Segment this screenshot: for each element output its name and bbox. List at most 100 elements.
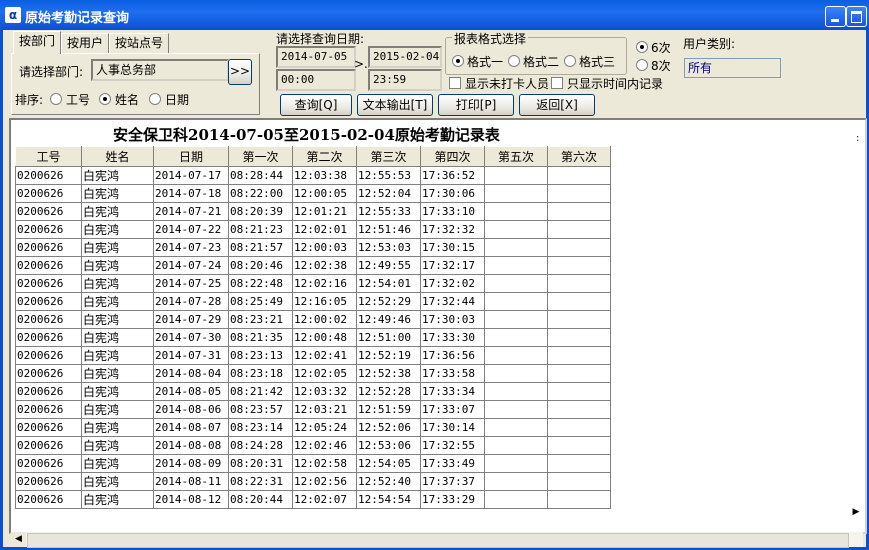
column-header[interactable]: 第四次 xyxy=(420,146,485,167)
department-picker-button[interactable]: >> xyxy=(228,59,252,85)
show-absent-checkbox[interactable] xyxy=(449,77,461,89)
table-cell: 2014-07-17 xyxy=(153,166,229,185)
tab-by-department[interactable]: 按部门 xyxy=(13,31,61,54)
table-cell: 12:02:38 xyxy=(292,256,357,275)
table-cell: 12:00:02 xyxy=(292,310,357,329)
report-title: 安全保卫科2014-07-05至2015-02-04原始考勤记录表 xyxy=(113,126,500,144)
table-cell: 12:02:46 xyxy=(292,436,357,455)
column-header[interactable]: 工号 xyxy=(15,146,82,167)
table-cell xyxy=(547,310,611,329)
table-cell: 17:33:58 xyxy=(420,364,485,383)
format-three-radio[interactable] xyxy=(564,55,576,67)
sort-by-name-radio[interactable] xyxy=(99,93,111,105)
table-row[interactable]: 0200626 白宪鸿 2014-07-18 08:22:00 12:00:05 12:5… xyxy=(15,184,611,203)
text-export-button[interactable]: 文本输出[T] xyxy=(357,94,433,116)
table-row[interactable]: 0200626 白宪鸿 2014-07-28 08:25:49 12:16:05 12:5… xyxy=(15,292,611,311)
scrollbar-thumb[interactable] xyxy=(27,533,849,548)
table-cell: 08:25:49 xyxy=(228,292,293,311)
table-cell: 17:32:55 xyxy=(420,436,485,455)
sort-by-id-radio[interactable] xyxy=(50,93,62,105)
table-cell: 12:03:32 xyxy=(292,382,357,401)
table-row[interactable]: 0200626 白宪鸿 2014-08-09 08:20:31 12:02:58 12:5… xyxy=(15,454,611,473)
table-cell: 2014-07-21 xyxy=(153,202,229,221)
table-row[interactable]: 0200626 白宪鸿 2014-07-17 08:28:44 12:03:38 12:5… xyxy=(15,166,611,185)
table-row[interactable]: 0200626 白宪鸿 2014-07-21 08:20:39 12:01:21 12:5… xyxy=(15,202,611,221)
column-header[interactable]: 姓名 xyxy=(81,146,154,167)
report-area[interactable]: 安全保卫科2014-07-05至2015-02-04原始考勤记录表 工号 姓名 日期… xyxy=(9,118,867,534)
table-cell: 12:51:46 xyxy=(356,220,421,239)
tab-by-station[interactable]: 按站点号 xyxy=(109,33,169,54)
table-row[interactable]: 0200626 白宪鸿 2014-07-24 08:20:46 12:02:38 12:4… xyxy=(15,256,611,275)
only-in-time-label: 只显示时间内记录 xyxy=(567,77,664,91)
table-row[interactable]: 0200626 白宪鸿 2014-07-30 08:21:35 12:00:48 12:5… xyxy=(15,328,611,347)
table-cell xyxy=(484,256,548,275)
table-row[interactable]: 0200626 白宪鸿 2014-08-08 08:24:28 12:02:46 12:5… xyxy=(15,436,611,455)
print-button[interactable]: 打印[P] xyxy=(438,94,514,116)
end-time-input[interactable]: 23:59 xyxy=(368,69,442,91)
user-type-select[interactable]: 所有 xyxy=(684,58,781,78)
table-cell: 17:32:02 xyxy=(420,274,485,293)
table-cell xyxy=(484,328,548,347)
table-cell: 0200626 xyxy=(15,220,82,239)
table-cell xyxy=(547,274,611,293)
table-cell xyxy=(547,202,611,221)
table-cell: 白宪鸿 xyxy=(81,310,154,329)
table-row[interactable]: 0200626 白宪鸿 2014-08-11 08:22:31 12:02:56 12:5… xyxy=(15,472,611,491)
only-in-time-checkbox[interactable] xyxy=(551,77,563,89)
scroll-right-arrow-icon[interactable]: ▶ xyxy=(849,505,863,519)
eight-times-radio[interactable] xyxy=(636,59,648,71)
table-cell: 0200626 xyxy=(15,310,82,329)
column-header[interactable]: 日期 xyxy=(153,146,229,167)
six-times-radio[interactable] xyxy=(636,41,648,53)
column-header[interactable]: 第二次 xyxy=(292,146,357,167)
table-cell xyxy=(484,364,548,383)
end-date-input[interactable]: 2015-02-04 xyxy=(368,46,442,68)
column-header[interactable]: 第一次 xyxy=(228,146,293,167)
department-field[interactable]: 人事总务部 xyxy=(91,59,229,81)
column-header[interactable]: 第三次 xyxy=(356,146,421,167)
table-cell: 12:02:56 xyxy=(292,472,357,491)
column-header[interactable]: 第五次 xyxy=(484,146,548,167)
six-times-label: 6次 xyxy=(651,41,671,55)
table-cell xyxy=(484,184,548,203)
table-cell: 08:28:44 xyxy=(228,166,293,185)
table-cell: 12:03:21 xyxy=(292,400,357,419)
table-row[interactable]: 0200626 白宪鸿 2014-08-05 08:21:42 12:03:32 12:5… xyxy=(15,382,611,401)
scroll-left-icon[interactable]: ◀ xyxy=(11,532,26,547)
table-row[interactable]: 0200626 白宪鸿 2014-08-07 08:23:14 12:05:24 12:5… xyxy=(15,418,611,437)
table-cell: 2014-07-28 xyxy=(153,292,229,311)
format-one-radio[interactable] xyxy=(452,55,464,67)
table-cell: 12:52:06 xyxy=(356,418,421,437)
table-row[interactable]: 0200626 白宪鸿 2014-07-25 08:22:48 12:02:16 12:5… xyxy=(15,274,611,293)
table-cell: 12:52:40 xyxy=(356,472,421,491)
format-two-radio[interactable] xyxy=(508,55,520,67)
title-bar[interactable] xyxy=(0,0,869,30)
table-row[interactable]: 0200626 白宪鸿 2014-08-04 08:23:18 12:02:05 12:5… xyxy=(15,364,611,383)
start-time-input[interactable]: 00:00 xyxy=(276,69,356,91)
table-row[interactable]: 0200626 白宪鸿 2014-07-22 08:21:23 12:02:01 12:5… xyxy=(15,220,611,239)
query-button[interactable]: 查询[Q] xyxy=(280,94,352,116)
column-header[interactable]: 第六次 xyxy=(547,146,611,167)
maximize-button[interactable] xyxy=(846,6,867,27)
table-cell xyxy=(547,292,611,311)
minimize-button[interactable] xyxy=(825,6,846,27)
app-icon[interactable]: α xyxy=(5,7,21,23)
table-row[interactable]: 0200626 白宪鸿 2014-08-06 08:23:57 12:03:21 12:5… xyxy=(15,400,611,419)
table-cell: 0200626 xyxy=(15,292,82,311)
start-date-input[interactable]: 2014-07-05 xyxy=(276,46,356,68)
table-cell: 2014-08-06 xyxy=(153,400,229,419)
back-button[interactable]: 返回[X] xyxy=(519,94,595,116)
table-cell: 0200626 xyxy=(15,490,82,509)
sort-label: 排序: xyxy=(15,93,44,107)
table-cell: 12:02:16 xyxy=(292,274,357,293)
table-row[interactable]: 0200626 白宪鸿 2014-07-29 08:23:21 12:00:02 12:4… xyxy=(15,310,611,329)
table-cell: 08:20:44 xyxy=(228,490,293,509)
table-row[interactable]: 0200626 白宪鸿 2014-08-12 08:20:44 12:02:07 12:5… xyxy=(15,490,611,509)
tab-by-user[interactable]: 按用户 xyxy=(61,33,109,54)
table-cell: 17:33:34 xyxy=(420,382,485,401)
table-cell: 08:23:13 xyxy=(228,346,293,365)
table-row[interactable]: 0200626 白宪鸿 2014-07-23 08:21:57 12:00:03 12:5… xyxy=(15,238,611,257)
sort-by-date-radio[interactable] xyxy=(149,93,161,105)
horizontal-scrollbar[interactable]: ◀ xyxy=(11,532,863,548)
table-row[interactable]: 0200626 白宪鸿 2014-07-31 08:23:13 12:02:41 12:5… xyxy=(15,346,611,365)
